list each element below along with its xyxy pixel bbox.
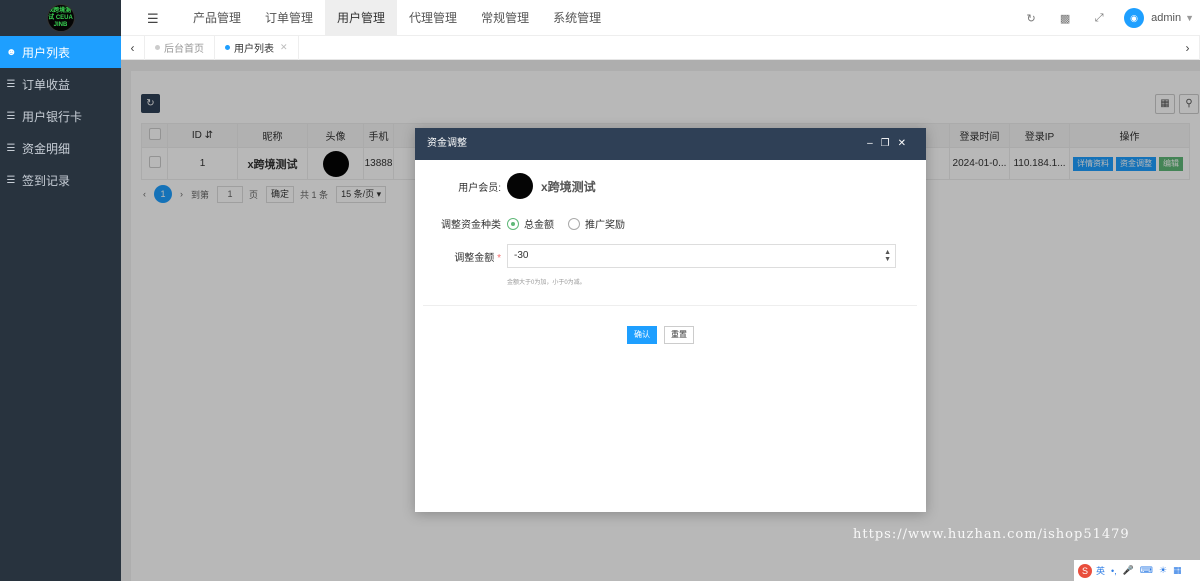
tab-label: 后台首页 <box>164 44 204 55</box>
nav-system[interactable]: 系统管理 <box>541 0 613 36</box>
fund-type-row: 调整资金种类 总金额 推广奖励 <box>415 216 926 231</box>
radio-checked-icon[interactable] <box>507 217 519 230</box>
tab-user-list[interactable]: 用户列表 ✕ <box>215 35 299 60</box>
logo[interactable]: x跨境测试 CEUA JINB <box>0 0 121 36</box>
top-right-tools: ↻ ▩ ⤢ ◉ admin ▼ <box>1014 0 1200 36</box>
close-icon[interactable]: ✕ <box>280 42 288 53</box>
dialog-controls: –❐✕ <box>867 128 914 160</box>
tab-dot <box>155 45 160 50</box>
tab-dot <box>225 45 230 50</box>
nav-agent[interactable]: 代理管理 <box>397 0 469 36</box>
nav-product[interactable]: 产品管理 <box>181 0 253 36</box>
amount-hint: 金额大于0为加，小于0为减。 <box>507 280 586 286</box>
logo-text: x跨境测试 CEUA JINB <box>48 7 73 28</box>
sidebar-item-order-income[interactable]: ☰ 订单收益 <box>0 68 121 100</box>
tab-prev-icon[interactable]: ‹ <box>121 35 145 60</box>
amount-input[interactable]: -30 ▲ ▼ <box>507 244 896 268</box>
fund-type-label: 调整资金种类 <box>441 220 501 231</box>
avatar[interactable]: ◉ <box>1124 8 1145 28</box>
sidebar-item-label: 用户银行卡 <box>22 109 83 124</box>
amount-row: 调整金额 * -30 ▲ ▼ <box>415 244 926 268</box>
users-icon: ☻ <box>6 46 17 58</box>
chevron-down-icon[interactable]: ▼ <box>1185 13 1194 23</box>
member-row: 用户会员: x跨境测试 <box>415 173 926 199</box>
list-icon: ☰ <box>6 142 16 154</box>
punctuation-icon[interactable]: •, <box>1111 566 1117 576</box>
sidebar-item-fund-detail[interactable]: ☰ 资金明细 <box>0 132 121 164</box>
trash-icon[interactable]: ▩ <box>1048 12 1082 25</box>
radio-unchecked-icon[interactable] <box>568 217 580 230</box>
avatar <box>507 173 533 199</box>
divider <box>423 305 917 306</box>
list-icon: ☰ <box>6 174 16 186</box>
grid-icon[interactable]: ▦ <box>1173 565 1182 576</box>
keyboard-icon[interactable]: ⌨ <box>1140 565 1153 576</box>
sogou-icon[interactable]: S <box>1078 563 1092 578</box>
close-icon[interactable]: ✕ <box>898 138 914 149</box>
menu-toggle-icon[interactable]: ☰ <box>147 11 159 27</box>
sidebar: x跨境测试 CEUA JINB ☻ 用户列表 ☰ 订单收益 ☰ 用户银行卡 ☰ 资金明细… <box>0 0 121 581</box>
fund-adjust-dialog: 资金调整 –❐✕ 用户会员: x跨境测试 调整资金种类 总金额 推广奖励 调整金… <box>415 128 926 512</box>
nav-general[interactable]: 常规管理 <box>469 0 541 36</box>
sidebar-item-checkin[interactable]: ☰ 签到记录 <box>0 164 121 196</box>
amount-label-text: 调整金额 <box>454 252 495 264</box>
top-nav: 产品管理 订单管理 用户管理 代理管理 常规管理 系统管理 <box>181 0 613 36</box>
tabs-bar: ‹ 后台首页 用户列表 ✕ › <box>121 35 1200 60</box>
member-label: 用户会员: <box>458 182 501 194</box>
sidebar-item-label: 订单收益 <box>22 77 71 92</box>
radio-promotion[interactable]: 推广奖励 <box>568 216 625 231</box>
member-name: x跨境测试 <box>541 179 596 194</box>
confirm-button[interactable]: 确认 <box>627 326 657 344</box>
sidebar-item-label: 签到记录 <box>22 173 71 188</box>
reset-button[interactable]: 重置 <box>664 326 694 344</box>
radio-label: 推广奖励 <box>585 220 625 231</box>
sidebar-item-bank-card[interactable]: ☰ 用户银行卡 <box>0 100 121 132</box>
ime-toolbar: S 英 •, 🎤 ⌨ ☀ ▦ <box>1074 560 1200 581</box>
list-icon: ☰ <box>6 110 16 122</box>
nav-user[interactable]: 用户管理 <box>325 0 398 36</box>
stepper-icon[interactable]: ▲ ▼ <box>884 249 891 263</box>
tab-home[interactable]: 后台首页 <box>145 35 215 60</box>
refresh-icon[interactable]: ↻ <box>1014 12 1048 25</box>
skin-icon[interactable]: ☀ <box>1159 565 1167 576</box>
watermark: https://www.huzhan.com/ishop51479 <box>853 527 1130 542</box>
amount-label: 调整金额 * <box>415 249 507 264</box>
tab-label: 用户列表 <box>234 44 274 55</box>
top-bar: ☰ 产品管理 订单管理 用户管理 代理管理 常规管理 系统管理 ↻ ▩ ⤢ ◉ … <box>121 0 1200 36</box>
logo-image: x跨境测试 CEUA JINB <box>46 4 75 32</box>
sidebar-item-label: 用户列表 <box>22 45 71 60</box>
dialog-title: 资金调整 <box>427 138 467 149</box>
dialog-header: 资金调整 –❐✕ <box>415 128 926 160</box>
radio-total[interactable]: 总金额 <box>507 216 554 231</box>
minimize-icon[interactable]: – <box>867 138 881 149</box>
ime-lang[interactable]: 英 <box>1096 564 1105 577</box>
radio-label: 总金额 <box>524 220 554 231</box>
amount-value: -30 <box>514 250 529 261</box>
fullscreen-icon[interactable]: ⤢ <box>1082 12 1116 25</box>
mic-icon[interactable]: 🎤 <box>1123 565 1134 576</box>
required-mark: * <box>497 252 501 264</box>
nav-order[interactable]: 订单管理 <box>253 0 325 36</box>
user-name[interactable]: admin <box>1151 12 1181 24</box>
list-icon: ☰ <box>6 78 16 90</box>
tab-next-icon[interactable]: › <box>1176 36 1200 60</box>
sidebar-item-user-list[interactable]: ☻ 用户列表 <box>0 36 121 68</box>
sidebar-item-label: 资金明细 <box>22 141 71 156</box>
maximize-icon[interactable]: ❐ <box>881 138 898 149</box>
